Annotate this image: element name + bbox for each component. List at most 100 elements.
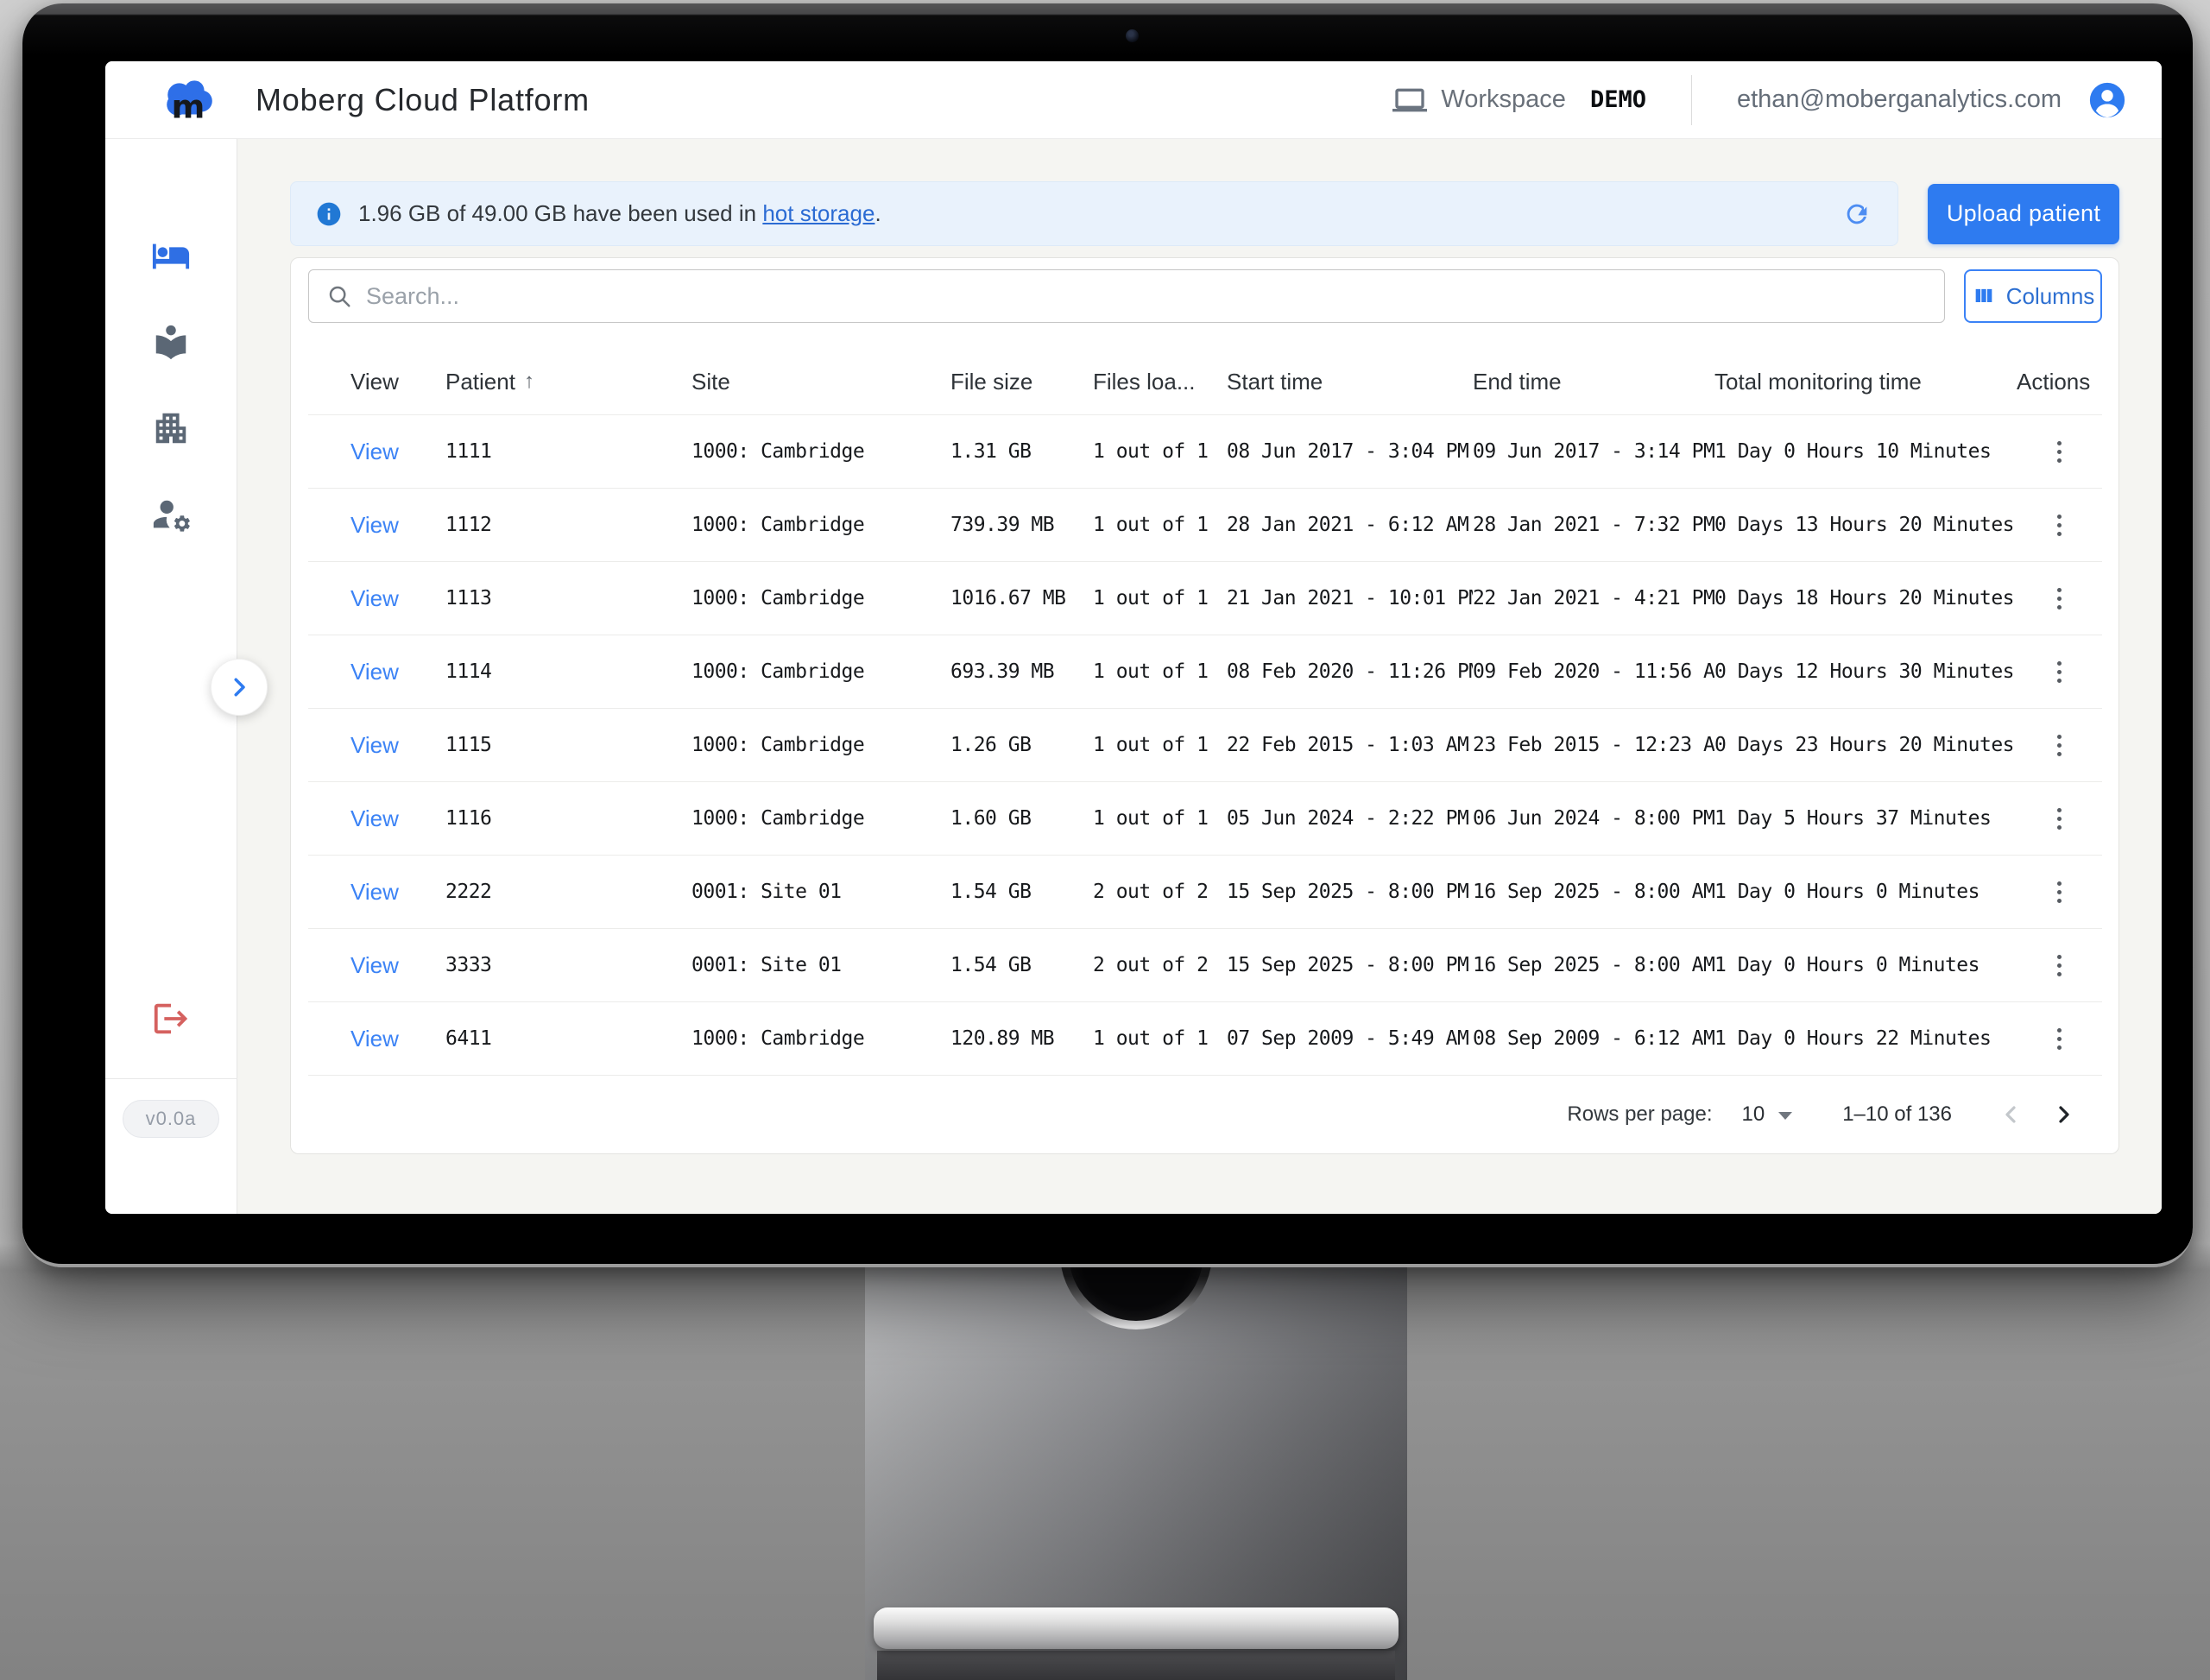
file-size-cell: 1.26 GB — [950, 734, 1093, 756]
main-content: 1.96 GB of 49.00 GB have been used in ho… — [237, 139, 2162, 1214]
alert-message: 1.96 GB of 49.00 GB have been used in ho… — [358, 200, 881, 227]
view-link[interactable]: View — [350, 879, 399, 905]
sidebar-item-library[interactable] — [151, 322, 191, 362]
view-link[interactable]: View — [350, 952, 399, 978]
site-cell: 1000: Cambridge — [691, 660, 950, 683]
column-header-site[interactable]: Site — [691, 369, 950, 395]
logo-letter: m — [172, 88, 205, 124]
column-header-view[interactable]: View — [350, 369, 445, 395]
site-cell: 1000: Cambridge — [691, 1027, 950, 1050]
end-time-cell: 23 Feb 2015 - 12:23 AM — [1473, 734, 1714, 756]
files-loaded-cell: 1 out of 1 — [1093, 440, 1227, 463]
view-link[interactable]: View — [350, 805, 399, 831]
sidebar-expand-button[interactable] — [211, 659, 268, 716]
column-header-file-size[interactable]: File size — [950, 369, 1093, 395]
patient-cell: 1113 — [445, 587, 691, 609]
sites-building-icon — [151, 408, 191, 448]
chevron-right-icon — [2050, 1101, 2078, 1128]
alert-message-prefix: 1.96 GB of 49.00 GB have been used in — [358, 200, 762, 226]
view-link[interactable]: View — [350, 439, 399, 464]
row-actions-kebab-icon[interactable] — [2052, 803, 2067, 835]
row-actions-kebab-icon[interactable] — [2052, 729, 2067, 761]
file-size-cell: 1016.67 MB — [950, 587, 1093, 609]
row-actions-kebab-icon[interactable] — [2052, 583, 2067, 615]
account-avatar-icon[interactable] — [2087, 80, 2127, 120]
files-loaded-cell: 2 out of 2 — [1093, 954, 1227, 976]
view-link[interactable]: View — [350, 659, 399, 685]
row-actions-kebab-icon[interactable] — [2052, 876, 2067, 908]
column-header-patient[interactable]: Patient↑ — [445, 369, 691, 395]
row-actions-kebab-icon[interactable] — [2052, 436, 2067, 468]
column-header-total-monitoring-time[interactable]: Total monitoring time — [1714, 369, 2017, 395]
rows-per-page-select[interactable]: 10 — [1742, 1102, 1793, 1127]
site-cell: 1000: Cambridge — [691, 734, 950, 756]
end-time-cell: 09 Jun 2017 - 3:14 PM — [1473, 440, 1714, 463]
files-loaded-cell: 1 out of 1 — [1093, 807, 1227, 830]
site-cell: 0001: Site 01 — [691, 881, 950, 903]
rows-per-page-value: 10 — [1742, 1102, 1765, 1127]
patients-card: Columns View Patient↑ Site File size Fil… — [290, 257, 2119, 1154]
row-actions-kebab-icon[interactable] — [2052, 1023, 2067, 1055]
view-link[interactable]: View — [350, 512, 399, 538]
files-loaded-cell: 2 out of 2 — [1093, 881, 1227, 903]
previous-page-button[interactable] — [1992, 1096, 2030, 1134]
start-time-cell: 21 Jan 2021 - 10:01 PM — [1227, 587, 1473, 609]
logout-button[interactable] — [151, 999, 191, 1039]
total-monitoring-time-cell: 0 Days 12 Hours 30 Minutes — [1714, 660, 2017, 683]
pagination-range: 1–10 of 136 — [1842, 1102, 1952, 1127]
next-page-button[interactable] — [2045, 1096, 2083, 1134]
version-badge: v0.0a — [123, 1100, 220, 1138]
hot-storage-link[interactable]: hot storage — [762, 200, 875, 226]
columns-button[interactable]: Columns — [1964, 269, 2102, 323]
column-header-start-time[interactable]: Start time — [1227, 369, 1473, 395]
patient-cell: 2222 — [445, 881, 691, 903]
search-input[interactable] — [364, 282, 1927, 311]
row-actions-kebab-icon[interactable] — [2052, 656, 2067, 688]
table-row: View 1115 1000: Cambridge 1.26 GB 1 out … — [308, 709, 2102, 782]
files-loaded-cell: 1 out of 1 — [1093, 1027, 1227, 1050]
info-icon — [315, 200, 343, 228]
files-loaded-cell: 1 out of 1 — [1093, 734, 1227, 756]
end-time-cell: 06 Jun 2024 - 8:00 PM — [1473, 807, 1714, 830]
view-link[interactable]: View — [350, 585, 399, 611]
columns-button-label: Columns — [2006, 283, 2095, 310]
refresh-icon[interactable] — [1842, 199, 1872, 229]
start-time-cell: 05 Jun 2024 - 2:22 PM — [1227, 807, 1473, 830]
start-time-cell: 28 Jan 2021 - 6:12 AM — [1227, 514, 1473, 536]
workspace-value[interactable]: DEMO — [1590, 86, 1646, 113]
app-header: m Moberg Cloud Platform Workspace DEMO e… — [105, 61, 2162, 139]
column-header-files-loaded[interactable]: Files loa... — [1093, 369, 1227, 395]
site-cell: 1000: Cambridge — [691, 587, 950, 609]
stand-base — [874, 1607, 1399, 1649]
page-title: Moberg Cloud Platform — [256, 82, 590, 118]
manage-users-icon — [151, 495, 191, 534]
patients-bed-icon — [151, 236, 191, 275]
app-window: m Moberg Cloud Platform Workspace DEMO e… — [105, 61, 2162, 1214]
row-actions-kebab-icon[interactable] — [2052, 950, 2067, 982]
table-row: View 1111 1000: Cambridge 1.31 GB 1 out … — [308, 415, 2102, 489]
end-time-cell: 28 Jan 2021 - 7:32 PM — [1473, 514, 1714, 536]
sidebar-item-manage-users[interactable] — [151, 495, 191, 534]
view-link[interactable]: View — [350, 1026, 399, 1052]
view-link[interactable]: View — [350, 732, 399, 758]
sort-ascending-icon[interactable]: ↑ — [524, 369, 534, 394]
end-time-cell: 09 Feb 2020 - 11:56 AM — [1473, 660, 1714, 683]
start-time-cell: 08 Jun 2017 - 3:04 PM — [1227, 440, 1473, 463]
sidebar-item-patients[interactable] — [151, 236, 191, 275]
moberg-cloud-logo-icon: m — [161, 75, 218, 125]
row-actions-kebab-icon[interactable] — [2052, 509, 2067, 541]
start-time-cell: 15 Sep 2025 - 8:00 PM — [1227, 881, 1473, 903]
column-header-end-time[interactable]: End time — [1473, 369, 1714, 395]
user-email: ethan@moberganalytics.com — [1737, 85, 2062, 114]
rows-per-page-label: Rows per page: — [1567, 1102, 1712, 1127]
search-box[interactable] — [308, 269, 1945, 323]
patient-cell: 1111 — [445, 440, 691, 463]
site-cell: 0001: Site 01 — [691, 954, 950, 976]
camera-dot — [1126, 29, 1139, 42]
header-divider — [1691, 75, 1692, 125]
end-time-cell: 16 Sep 2025 - 8:00 AM — [1473, 881, 1714, 903]
site-cell: 1000: Cambridge — [691, 440, 950, 463]
table-row: View 2222 0001: Site 01 1.54 GB 2 out of… — [308, 856, 2102, 929]
upload-patient-button[interactable]: Upload patient — [1928, 184, 2119, 244]
sidebar-item-sites[interactable] — [151, 408, 191, 448]
